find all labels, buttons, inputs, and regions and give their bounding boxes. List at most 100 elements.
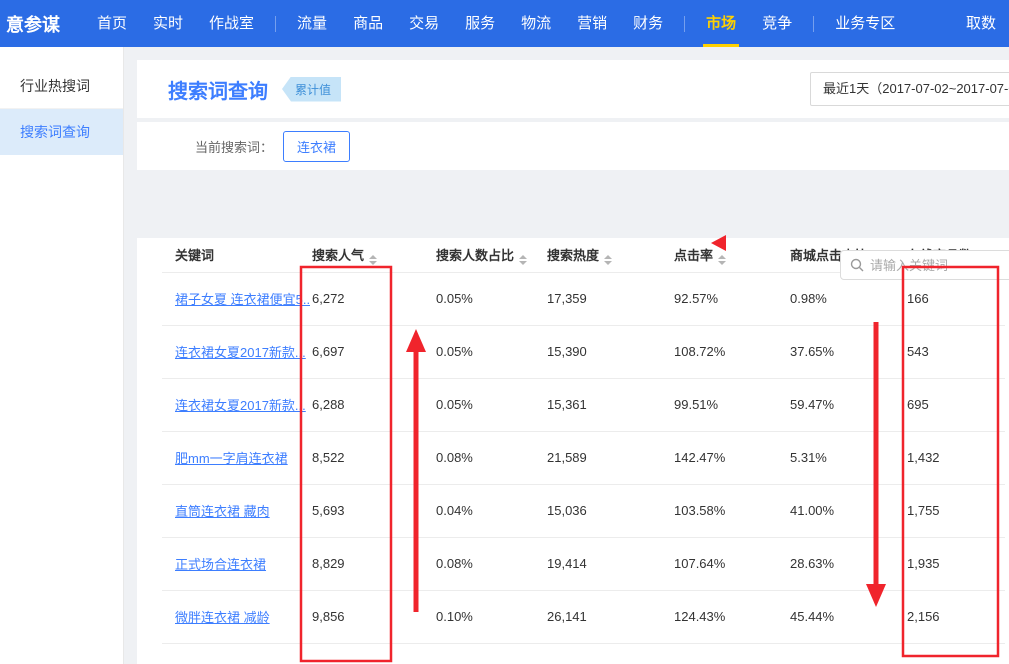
table-cell: 59.47%: [788, 378, 905, 431]
keywords-table-panel: 关键词 搜索人气 搜索人数占比 搜索热度 点击率 商城点击占: [137, 238, 1009, 664]
current-keyword-tag[interactable]: 连衣裙: [283, 131, 350, 162]
table-row: 肥mm一字肩连衣裙 8,522 0.08% 21,589 142.47% 5.3…: [162, 431, 1005, 484]
table-cell: 92.57%: [672, 272, 788, 325]
col-header-search-heat[interactable]: 搜索热度: [545, 238, 672, 272]
top-navigation: 意参谋 首页 实时 作战室 流量 商品 交易 服务 物流 营销 财务 市场 竞争…: [0, 0, 1009, 47]
table-cell: 103.58%: [672, 484, 788, 537]
col-header-label: 搜索热度: [547, 248, 599, 263]
table-cell: 108.72%: [672, 325, 788, 378]
sidebar: 行业热搜词 搜索词查询: [0, 47, 124, 664]
table-cell: 45.44%: [788, 590, 905, 643]
table-cell: 8,829: [310, 537, 434, 590]
table-cell: 0.10%: [434, 590, 545, 643]
table-cell: 微胖连衣裙 减龄: [162, 590, 310, 643]
sort-icon[interactable]: [519, 255, 527, 265]
nav-item-home[interactable]: 首页: [84, 0, 140, 47]
table-cell: 15,361: [545, 378, 672, 431]
search-icon: [850, 258, 864, 272]
table-cell: 124.43%: [672, 590, 788, 643]
keyword-link[interactable]: 直筒连衣裙 藏肉: [175, 504, 270, 519]
sidebar-item-industry-hot-words[interactable]: 行业热搜词: [0, 63, 123, 109]
sort-icon[interactable]: [604, 255, 612, 265]
nav-item-competition[interactable]: 竞争: [749, 0, 805, 47]
keyword-link[interactable]: 正式场合连衣裙: [175, 557, 266, 572]
nav-divider: [275, 16, 276, 32]
col-header-label: 搜索人气: [312, 248, 364, 263]
table-cell: 0.04%: [434, 484, 545, 537]
table-cell: 1,755: [905, 484, 1005, 537]
table-cell: 肥mm一字肩连衣裙: [162, 431, 310, 484]
table-row: 连衣裙女夏2017新款... 6,288 0.05% 15,361 99.51%…: [162, 378, 1005, 431]
col-header-search-popularity[interactable]: 搜索人气: [310, 238, 434, 272]
nav-item-data-extract[interactable]: 取数: [953, 0, 1009, 47]
table-cell: 19,414: [545, 537, 672, 590]
nav-item-war-room[interactable]: 作战室: [196, 0, 267, 47]
nav-item-finance[interactable]: 财务: [620, 0, 676, 47]
page-header: 搜索词查询 累计值 最近1天（2017-07-02~2017-07-02: [137, 60, 1009, 118]
table-cell: 28.63%: [788, 537, 905, 590]
col-header-searcher-ratio[interactable]: 搜索人数占比: [434, 238, 545, 272]
table-cell: 1,935: [905, 537, 1005, 590]
table-cell: 0.08%: [434, 431, 545, 484]
table-cell: 连衣裙女夏2017新款...: [162, 378, 310, 431]
table-cell: 21,589: [545, 431, 672, 484]
table-cell: 1,432: [905, 431, 1005, 484]
nav-item-services[interactable]: 服务: [452, 0, 508, 47]
keyword-link[interactable]: 微胖连衣裙 减龄: [175, 610, 270, 625]
nav-item-business-zone[interactable]: 业务专区: [822, 0, 908, 47]
page-title: 搜索词查询: [168, 75, 268, 104]
sort-icon[interactable]: [369, 255, 377, 265]
sidebar-item-search-word-query[interactable]: 搜索词查询: [0, 109, 123, 155]
keyword-search-box[interactable]: [840, 250, 1009, 280]
nav-item-marketing[interactable]: 营销: [564, 0, 620, 47]
nav-item-market[interactable]: 市场: [693, 0, 749, 47]
keywords-table: 关键词 搜索人气 搜索人数占比 搜索热度 点击率 商城点击占: [162, 238, 1005, 644]
table-cell: 6,288: [310, 378, 434, 431]
brand-logo[interactable]: 意参谋: [6, 11, 60, 37]
table-cell: 41.00%: [788, 484, 905, 537]
nav-divider: [813, 16, 814, 32]
current-keyword-panel: 当前搜索词： 连衣裙: [137, 122, 1009, 170]
nav-divider: [684, 16, 685, 32]
table-cell: 6,272: [310, 272, 434, 325]
nav-item-realtime[interactable]: 实时: [140, 0, 196, 47]
table-cell: 裙子女夏 连衣裙便宜5...: [162, 272, 310, 325]
table-cell: 连衣裙女夏2017新款...: [162, 325, 310, 378]
table-cell: 15,036: [545, 484, 672, 537]
main-content: 搜索词查询 累计值 最近1天（2017-07-02~2017-07-02 当前搜…: [124, 47, 1009, 664]
table-cell: 17,359: [545, 272, 672, 325]
table-cell: 107.64%: [672, 537, 788, 590]
keyword-search-input[interactable]: [870, 258, 1009, 273]
table-cell: 直筒连衣裙 藏肉: [162, 484, 310, 537]
cumulative-value-badge: 累计值: [282, 77, 341, 102]
col-header-click-rate[interactable]: 点击率: [672, 238, 788, 272]
table-row: 正式场合连衣裙 8,829 0.08% 19,414 107.64% 28.63…: [162, 537, 1005, 590]
table-cell: 0.05%: [434, 272, 545, 325]
table-cell: 9,856: [310, 590, 434, 643]
table-cell: 0.05%: [434, 325, 545, 378]
table-cell: 142.47%: [672, 431, 788, 484]
nav-item-logistics[interactable]: 物流: [508, 0, 564, 47]
table-cell: 6,697: [310, 325, 434, 378]
keyword-link[interactable]: 裙子女夏 连衣裙便宜5...: [175, 292, 310, 307]
table-cell: 2,156: [905, 590, 1005, 643]
current-keyword-label: 当前搜索词：: [195, 137, 273, 156]
nav-item-traffic[interactable]: 流量: [284, 0, 340, 47]
table-cell: 5,693: [310, 484, 434, 537]
keyword-link[interactable]: 肥mm一字肩连衣裙: [175, 451, 288, 466]
table-cell: 37.65%: [788, 325, 905, 378]
keyword-link[interactable]: 连衣裙女夏2017新款...: [175, 345, 306, 360]
date-range-selector[interactable]: 最近1天（2017-07-02~2017-07-02: [810, 72, 1009, 106]
nav-item-products[interactable]: 商品: [340, 0, 396, 47]
col-header-keyword: 关键词: [162, 238, 310, 272]
sort-icon[interactable]: [718, 255, 726, 265]
table-row: 连衣裙女夏2017新款... 6,697 0.05% 15,390 108.72…: [162, 325, 1005, 378]
table-cell: 26,141: [545, 590, 672, 643]
keyword-link[interactable]: 连衣裙女夏2017新款...: [175, 398, 306, 413]
table-cell: 0.05%: [434, 378, 545, 431]
col-header-label: 搜索人数占比: [436, 248, 514, 263]
table-cell: 99.51%: [672, 378, 788, 431]
col-header-label: 点击率: [674, 248, 713, 263]
table-cell: 0.08%: [434, 537, 545, 590]
nav-item-transactions[interactable]: 交易: [396, 0, 452, 47]
